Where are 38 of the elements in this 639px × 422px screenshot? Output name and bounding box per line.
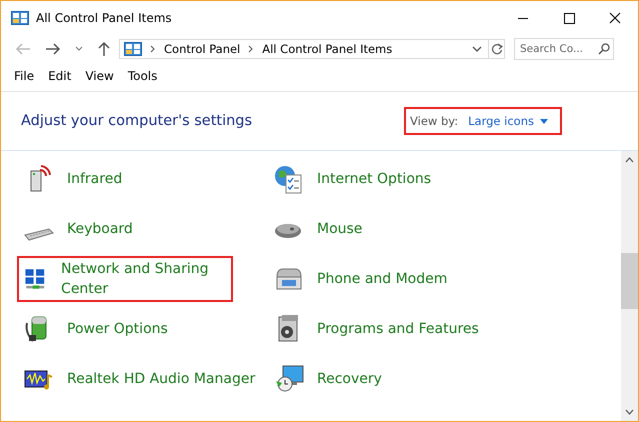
breadcrumb[interactable]: All Control Panel Items: [262, 42, 392, 56]
refresh-button[interactable]: [489, 39, 505, 59]
item-link[interactable]: Recovery: [317, 369, 382, 389]
dropdown-caret-icon[interactable]: [472, 46, 482, 52]
search-icon: [598, 43, 610, 55]
control-panel-icon: [124, 42, 142, 56]
scroll-down-icon[interactable]: [625, 409, 634, 415]
item-link[interactable]: Phone and Modem: [317, 269, 448, 289]
view-by-label: View by:: [410, 114, 458, 128]
scrollbar-thumb[interactable]: [621, 253, 638, 309]
scrollbar[interactable]: [621, 151, 638, 421]
window-title: All Control Panel Items: [36, 11, 172, 25]
control-panel-icon: [11, 11, 29, 25]
item-link[interactable]: Infrared: [67, 169, 122, 189]
page-heading: Adjust your computer's settings: [21, 113, 252, 129]
item-link[interactable]: Internet Options: [317, 169, 432, 189]
view-by-dropdown[interactable]: Large icons: [468, 114, 534, 128]
item-link[interactable]: Programs and Features: [317, 319, 479, 339]
item-link[interactable]: Realtek HD Audio Manager: [67, 369, 256, 389]
item-link[interactable]: Network and Sharing Center: [61, 259, 223, 299]
chevron-icon: [248, 45, 254, 53]
chevron-icon: [150, 45, 156, 53]
scroll-up-icon[interactable]: [625, 157, 634, 163]
search-field[interactable]: Search Co...: [514, 38, 614, 60]
menu-item[interactable]: Tools: [128, 69, 158, 91]
menu-item[interactable]: View: [85, 69, 114, 91]
refresh-icon: [490, 43, 502, 55]
menu-item[interactable]: Edit: [48, 69, 72, 91]
forward-arrow-icon[interactable]: [45, 42, 61, 56]
menu-item[interactable]: File: [14, 69, 34, 91]
dropdown-caret-icon[interactable]: [75, 46, 83, 52]
item-link[interactable]: Power Options: [67, 319, 168, 339]
dropdown-caret-icon[interactable]: [540, 118, 548, 124]
address-bar[interactable]: Control Panel All Control Panel Items: [119, 39, 489, 59]
breadcrumb[interactable]: Control Panel: [164, 42, 240, 56]
up-arrow-icon[interactable]: [97, 41, 111, 57]
item-link[interactable]: Mouse: [317, 219, 362, 239]
item-link[interactable]: Keyboard: [67, 219, 133, 239]
